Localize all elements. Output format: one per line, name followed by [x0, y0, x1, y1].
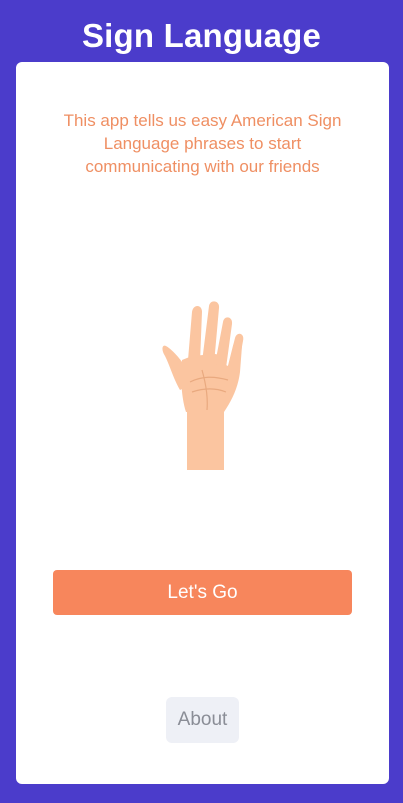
raised-hand-icon	[162, 301, 244, 470]
intro-text: This app tells us easy American Sign Lan…	[63, 111, 342, 176]
content-card: This app tells us easy American Sign Lan…	[16, 62, 389, 784]
lets-go-button[interactable]: Let's Go	[53, 570, 352, 615]
about-button[interactable]: About	[166, 697, 239, 743]
app-title: Sign Language	[81, 17, 322, 54]
